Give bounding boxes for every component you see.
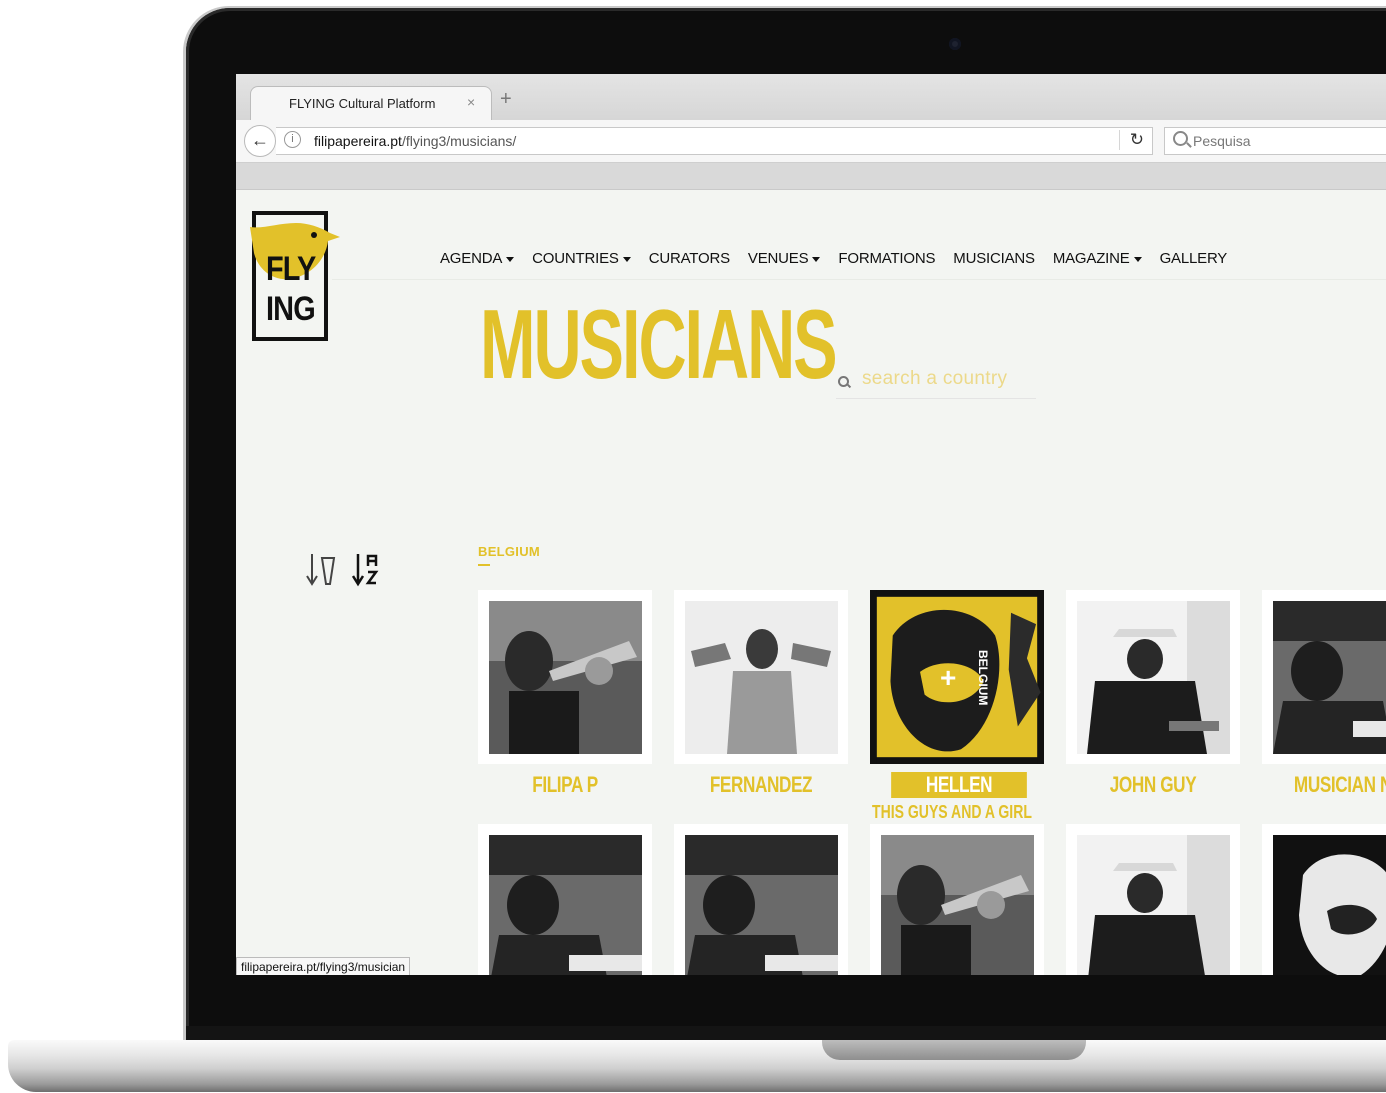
musician-photo [881,835,1034,975]
section-underline [478,564,490,566]
musician-card[interactable] [870,824,1044,975]
back-arrow-icon: ← [251,130,269,150]
musician-card[interactable] [674,824,848,975]
chevron-down-icon [622,256,631,262]
search-icon [838,376,849,387]
musician-card[interactable] [1066,824,1240,975]
menu-item-venues[interactable]: VENUES [748,250,821,267]
page-title: MUSICIANS [480,289,838,399]
musician-photo [870,590,1044,764]
browser-search-placeholder: Pesquisa [1193,133,1251,149]
card-overlay-label: BELGIUM [976,650,990,706]
country-section-label: BELGIUM [478,544,541,559]
musician-formation[interactable]: THIS GUYS AND A GIRL [872,802,1032,823]
search-icon [1173,131,1188,146]
browser-tab[interactable]: FLYING Cultural Platform × [250,86,492,121]
chevron-down-icon [1133,256,1142,262]
flying-logo[interactable]: FLY ING [250,211,340,346]
sort-by-time-icon[interactable] [306,552,336,588]
address-bar[interactable]: i filipapereira.pt/flying3/musicians/ ↻ [276,127,1153,155]
status-bar-url: filipapereira.pt/flying3/musician [236,957,411,975]
url-text: filipapereira.pt/flying3/musicians/ [314,133,516,149]
navigation-bar: ← i filipapereira.pt/flying3/musicians/ … [236,120,1386,163]
menu-label: VENUES [747,250,809,267]
menu-label: GALLERY [1159,250,1228,267]
menu-item-countries[interactable]: COUNTRIES [532,250,631,267]
musician-name-active[interactable]: HELLEN [891,772,1027,798]
logo-text-fly: FLY [266,250,316,288]
menu-label: FORMATIONS [838,250,936,267]
menu-label: MAGAZINE [1052,250,1130,267]
musician-card[interactable] [1262,590,1386,764]
close-tab-icon[interactable]: × [467,94,475,110]
musician-photo [489,601,642,754]
musician-card-active[interactable]: BELGIUM + [870,590,1044,764]
musician-name[interactable]: FILIPA P [497,772,633,798]
tab-bar: FLYING Cultural Platform × + [236,74,1386,121]
bookmarks-toolbar [236,163,1386,190]
sort-a-z-icon[interactable] [352,552,382,588]
country-search-input[interactable]: search a country [836,364,1036,399]
browser-window: FLYING Cultural Platform × + ← i filipap… [236,74,1386,975]
tab-title: FLYING Cultural Platform [289,96,436,111]
new-tab-icon[interactable]: + [500,88,512,111]
reload-icon[interactable]: ↻ [1118,130,1144,150]
url-path: /flying3/musicians/ [401,133,517,149]
menu-label: AGENDA [440,250,503,267]
musician-card[interactable] [1262,824,1386,975]
url-host: filipapereira.pt [314,133,402,149]
menu-item-gallery[interactable]: GALLERY [1160,250,1228,267]
musician-name[interactable]: JOHN GUY [1085,772,1221,798]
menu-label: MUSICIANS [953,250,1035,267]
info-icon[interactable]: i [284,131,301,148]
laptop-notch [822,1040,1086,1060]
menu-item-agenda[interactable]: AGENDA [440,250,515,267]
musician-card[interactable] [674,590,848,764]
country-search-placeholder: search a country [862,368,1008,389]
chevron-down-icon [812,256,821,262]
musician-card[interactable] [478,824,652,975]
laptop-base [8,1040,1386,1092]
musician-photo [1273,835,1386,975]
menu-item-musicians[interactable]: MUSICIANS [953,250,1035,267]
musician-photo [489,835,642,975]
back-button[interactable]: ← [244,125,276,157]
menu-divider [332,279,1386,280]
main-menu: AGENDA COUNTRIES CURATORS VENUES FORMATI… [440,250,1245,267]
browser-search-field[interactable]: Pesquisa [1164,127,1386,155]
menu-label: COUNTRIES [532,250,619,267]
chevron-down-icon [506,256,515,262]
musician-photo [1077,835,1230,975]
musician-card[interactable] [1066,590,1240,764]
musician-name[interactable]: FERNANDEZ [693,772,829,798]
musician-photo [1077,601,1230,754]
logo-text-ing: ING [266,290,316,328]
musician-name[interactable]: MUSICIAN NA [1281,772,1386,798]
musician-photo [685,601,838,754]
menu-item-curators[interactable]: CURATORS [649,250,730,267]
plus-icon[interactable]: + [940,662,956,694]
menu-item-formations[interactable]: FORMATIONS [838,250,935,267]
musician-card[interactable] [478,590,652,764]
musician-photo [685,835,838,975]
camera-icon [949,38,961,50]
menu-item-magazine[interactable]: MAGAZINE [1053,250,1142,267]
musician-photo [1273,601,1386,754]
menu-label: CURATORS [648,250,730,267]
